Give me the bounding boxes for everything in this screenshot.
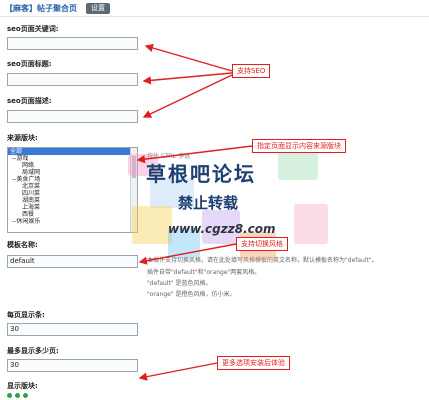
max-pages-label: 最多显示多少页: xyxy=(7,347,59,355)
watermark: 草根吧论坛 禁止转载 www.cgzz8.com xyxy=(128,148,336,266)
page-title: 【麻客】帖子聚合页 xyxy=(5,3,77,14)
annotation-more-options: 更多选项安装后体验 xyxy=(217,356,290,370)
ctrl-hint: 按住 CTRL 多选 xyxy=(147,153,191,160)
template-label: 模板名称: xyxy=(7,241,38,249)
watermark-url: www.cgzz8.com xyxy=(168,222,276,236)
watermark-title: 草根吧论坛 xyxy=(146,162,256,186)
listbox-option[interactable]: 网络 xyxy=(8,162,137,169)
watermark-block xyxy=(150,178,194,208)
per-page-label: 每页显示条: xyxy=(7,311,45,319)
watermark-subtitle: 禁止转载 xyxy=(178,194,239,212)
annotation-source-forum: 指定页面显示内容来源版块 xyxy=(252,139,346,153)
source-forum-label: 来源版块: xyxy=(7,134,38,142)
listbox-scrollbar[interactable] xyxy=(130,148,137,232)
seo-keywords-input[interactable] xyxy=(7,37,138,50)
watermark-block xyxy=(202,210,240,244)
seo-description-label: seo页面描述: xyxy=(7,97,52,105)
listbox-option[interactable]: 湖南菜 xyxy=(8,197,137,204)
watermark-block xyxy=(168,228,200,258)
listbox-option[interactable]: 全部 xyxy=(8,148,137,155)
annotation-seo: 支持SEO xyxy=(232,64,271,78)
title-bar: 【麻客】帖子聚合页 设置 xyxy=(0,0,429,17)
radio-button[interactable] xyxy=(15,393,20,398)
settings-button[interactable]: 设置 xyxy=(86,3,110,14)
page-title-text: 帖子聚合页 xyxy=(37,4,77,13)
max-pages-input[interactable]: 30 xyxy=(7,359,138,372)
template-help-line-2: 插件自带"default"和"orange"两套风格。 xyxy=(147,269,261,276)
listbox-option[interactable]: 上海菜 xyxy=(8,204,137,211)
watermark-block xyxy=(294,204,328,244)
display-forum-radios xyxy=(7,392,31,400)
source-forum-listbox[interactable]: 全部 --游戏 网络 局域网 --美食广场 北京菜 四川菜 湖南菜 上海菜 西餐… xyxy=(7,147,138,233)
page-title-tag: 【麻客】 xyxy=(5,4,37,13)
template-help-line-1: 本插件支持切换风格，请在此处填写风格模板的英文名称，默认模板名称为"defaul… xyxy=(147,257,378,264)
template-help-line-4: "orange" 是橙色风格，仿小米。 xyxy=(147,291,236,298)
seo-keywords-label: seo页面关键词: xyxy=(7,25,59,33)
seo-title-label: seo页面标题: xyxy=(7,60,52,68)
listbox-option[interactable]: --游戏 xyxy=(8,155,137,162)
seo-description-input[interactable] xyxy=(7,110,138,123)
listbox-option[interactable]: 北京菜 xyxy=(8,183,137,190)
listbox-option[interactable]: --美食广场 xyxy=(8,176,137,183)
watermark-block xyxy=(132,206,172,244)
radio-button[interactable] xyxy=(23,393,28,398)
listbox-option[interactable]: --休闲娱乐 xyxy=(8,218,137,225)
radio-button[interactable] xyxy=(7,393,12,398)
listbox-option[interactable]: 西餐 xyxy=(8,211,137,218)
display-forum-label: 显示版块: xyxy=(7,382,38,390)
listbox-option[interactable]: 四川菜 xyxy=(8,190,137,197)
watermark-block xyxy=(278,150,318,180)
annotation-template: 支持切换风格 xyxy=(236,237,288,251)
template-help-line-3: "default" 是蓝色风格。 xyxy=(147,280,212,287)
listbox-option[interactable]: 局域网 xyxy=(8,169,137,176)
template-input[interactable]: default xyxy=(7,255,138,268)
per-page-input[interactable]: 30 xyxy=(7,323,138,336)
seo-title-input[interactable] xyxy=(7,73,138,86)
listbox-scroll-thumb[interactable] xyxy=(132,156,136,178)
